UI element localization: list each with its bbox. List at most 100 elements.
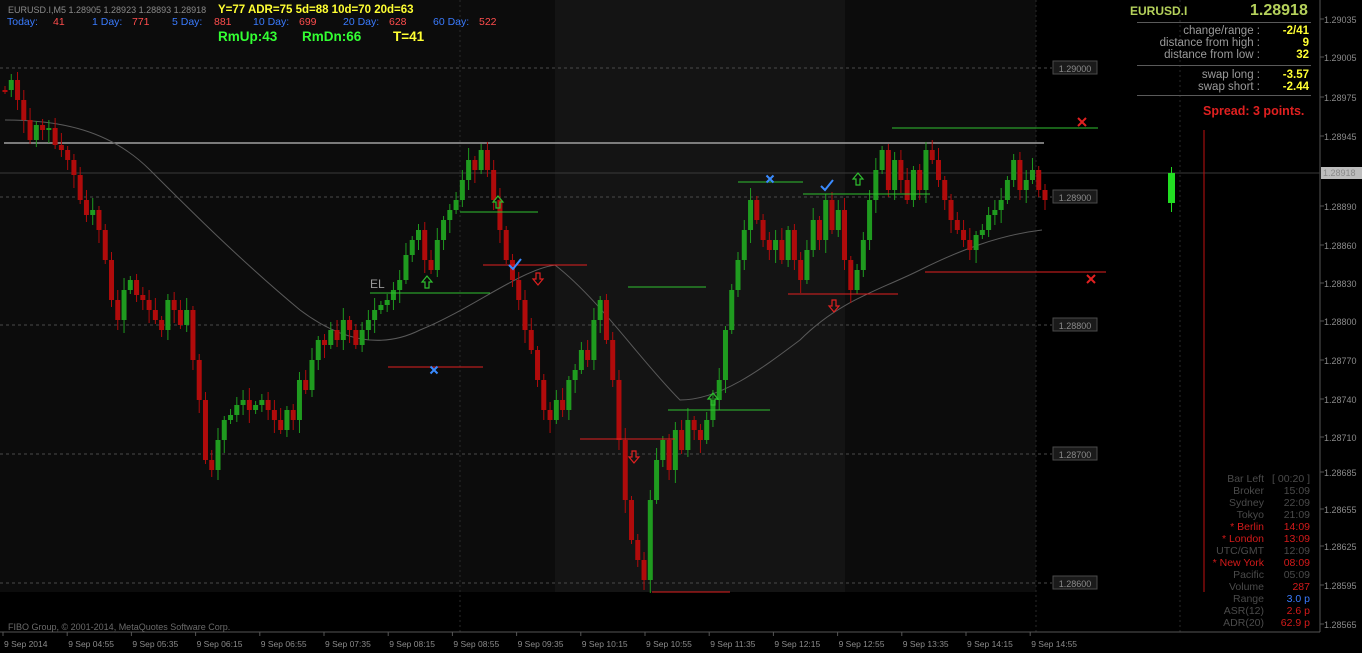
spread-text: Spread: 3 points. — [1203, 104, 1305, 118]
price-tick-label: 1.28565 — [1324, 620, 1357, 630]
candle-body — [829, 200, 835, 230]
candle-body — [697, 430, 703, 440]
stat-label: 5 Day: — [172, 16, 203, 28]
candle-body — [215, 440, 221, 470]
clock-label: * Berlin — [1230, 521, 1264, 533]
candle-body — [15, 80, 21, 100]
candle-body — [403, 255, 409, 280]
clock-label: Volume — [1228, 581, 1264, 593]
candle-body — [785, 230, 791, 260]
candle-body — [466, 160, 472, 180]
time-tick-label: 9 Sep 14:55 — [1031, 639, 1077, 649]
candle-body — [2, 90, 8, 92]
chart-area[interactable]: 1.29000 1.28900 1.28800 1.28700 1.28600 1.29… — [0, 0, 1362, 653]
candle-body — [8, 80, 14, 90]
stat-value: 881 — [214, 16, 232, 28]
price-tick-label: 1.28975 — [1324, 93, 1357, 103]
level-label: 1.28700 — [1059, 450, 1092, 460]
time-tick-label: 9 Sep 10:15 — [582, 639, 628, 649]
candle-body — [992, 210, 998, 215]
panel-row-value: -2/41 — [1282, 25, 1309, 37]
rm-total: T=41 — [393, 29, 425, 44]
candle-body — [441, 220, 447, 240]
clock-value: 287 — [1292, 581, 1310, 593]
candle-body — [867, 200, 873, 240]
price-tick-label: 1.28860 — [1324, 241, 1357, 251]
time-tick-label: 9 Sep 05:35 — [132, 639, 178, 649]
candle-body — [779, 240, 785, 260]
candle-body — [484, 150, 490, 170]
clock-value: 08:09 — [1283, 557, 1310, 569]
candle-body — [334, 330, 340, 340]
candle-body — [96, 210, 102, 230]
clock-label: Sydney — [1228, 497, 1264, 509]
stat-value: 699 — [299, 16, 317, 28]
candle-body — [271, 410, 277, 420]
candle-body — [434, 240, 440, 270]
level-label: 1.28800 — [1059, 321, 1092, 331]
clock-value: 62.9 p — [1280, 617, 1310, 629]
panel-row-label: swap long : — [1201, 69, 1260, 81]
stat-label: 60 Day: — [433, 16, 470, 28]
candle-body — [635, 540, 641, 560]
candle-body — [353, 330, 359, 345]
candle-body — [422, 230, 428, 260]
time-tick-label: 9 Sep 11:35 — [710, 639, 755, 649]
candle-body — [622, 440, 628, 500]
adr-header: Y=77 ADR=75 5d=88 10d=70 20d=63 — [218, 4, 414, 16]
candle-body — [171, 300, 177, 310]
stat-value: 41 — [53, 16, 65, 28]
candle-body — [65, 150, 71, 160]
price-tick-label: 1.28655 — [1324, 505, 1357, 515]
candle-body — [773, 240, 779, 250]
candle-body — [152, 310, 158, 320]
candle-body — [1004, 180, 1010, 200]
clock-label: Bar Left — [1227, 473, 1264, 485]
time-tick-label: 9 Sep 14:15 — [967, 639, 1013, 649]
candle-body — [541, 380, 547, 410]
candle-body — [365, 320, 371, 330]
candle-body — [816, 220, 822, 240]
clock-value: [ 00:20 ] — [1272, 473, 1310, 485]
stat-value: 522 — [479, 16, 497, 28]
price-tick-label: 1.28685 — [1324, 468, 1357, 478]
candle-body — [459, 180, 465, 200]
candle-body — [478, 150, 484, 170]
candle-body — [21, 100, 27, 120]
candle-body — [848, 260, 854, 290]
candle-body — [528, 330, 534, 350]
price-chart[interactable]: 1.29000 1.28900 1.28800 1.28700 1.28600 1.29… — [0, 0, 1362, 653]
candle-body — [522, 300, 528, 330]
watermark: FIBO Group, © 2001-2014, MetaQuotes Soft… — [8, 622, 231, 632]
panel-row-label: swap short : — [1198, 81, 1260, 93]
candle-body — [804, 250, 810, 280]
clock-label: Broker — [1233, 485, 1264, 497]
candle-body — [1036, 170, 1042, 190]
candle-body — [246, 400, 252, 410]
price-tick-label: 1.29035 — [1324, 15, 1357, 25]
candle-body — [190, 310, 196, 360]
panel-row-value: 32 — [1296, 49, 1309, 61]
candle-body — [892, 160, 898, 190]
price-tick-label: 1.28770 — [1324, 356, 1357, 366]
candle-body — [647, 500, 653, 580]
candle-body — [290, 410, 296, 420]
stat-label: 10 Day: — [253, 16, 290, 28]
level-label: 1.28900 — [1059, 193, 1092, 203]
candle-body — [1029, 170, 1035, 180]
clock-value: 13:09 — [1283, 533, 1310, 545]
candle-body — [415, 230, 421, 240]
candle-body — [716, 380, 722, 400]
candle-body — [447, 210, 453, 220]
price-axis: 1.29035 1.29005 1.28975 1.28945 1.28890 1.288… — [1320, 15, 1362, 630]
candle-body — [315, 340, 321, 360]
time-tick-label: 9 Sep 04:55 — [68, 639, 114, 649]
candle-body — [146, 300, 152, 310]
candle-body — [265, 400, 271, 410]
candle-body — [115, 300, 121, 320]
clock-label: ADR(20) — [1223, 617, 1264, 629]
candle-body — [823, 200, 829, 240]
candle-body — [240, 400, 246, 405]
candle-body — [666, 440, 672, 470]
stat-value: 771 — [132, 16, 150, 28]
